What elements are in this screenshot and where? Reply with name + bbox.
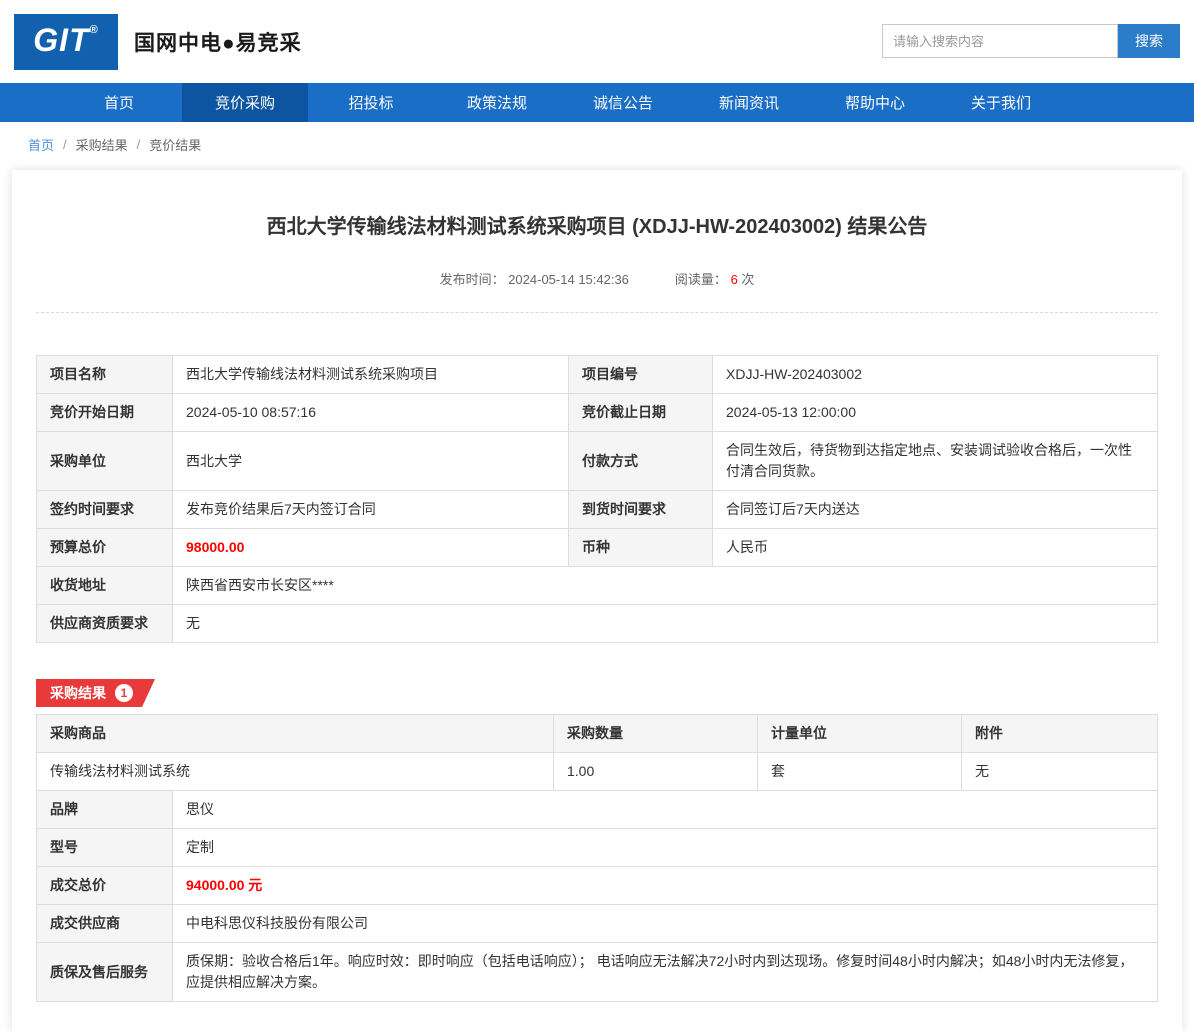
deal-price-amount: 94000.00 [186, 877, 245, 893]
qualification-label: 供应商资质要求 [36, 604, 173, 643]
project-code-value: XDJJ-HW-202403002 [712, 355, 1158, 394]
search-input[interactable] [882, 24, 1118, 58]
address-label: 收货地址 [36, 566, 173, 605]
table-row: 收货地址 陕西省西安市长安区**** [36, 566, 1158, 605]
purchase-result-badge-label: 采购结果 [50, 685, 106, 701]
table-row: 型号 定制 [36, 828, 1158, 867]
delivery-time-label: 到货时间要求 [568, 490, 713, 529]
project-name-value: 西北大学传输线法材料测试系统采购项目 [172, 355, 569, 394]
table-row: 成交供应商 中电科思仪科技股份有限公司 [36, 904, 1158, 943]
git-logo-text: GIT [33, 21, 90, 58]
main-nav: 首页 竞价采购 招投标 政策法规 诚信公告 新闻资讯 帮助中心 关于我们 [0, 83, 1194, 122]
nav-item-tender[interactable]: 招投标 [308, 83, 434, 122]
deal-price-value: 94000.00 元 [172, 866, 1158, 905]
bid-end-label: 竞价截止日期 [568, 393, 713, 432]
table-row: 采购单位 西北大学 付款方式 合同生效后，待货物到达指定地点、安装调试验收合格后… [36, 431, 1158, 491]
payment-value: 合同生效后，待货物到达指定地点、安装调试验收合格后，一次性付清合同货款。 [712, 431, 1158, 491]
breadcrumb-home[interactable]: 首页 [28, 135, 54, 154]
brand-value: 思仪 [172, 790, 1158, 829]
nav-item-home[interactable]: 首页 [56, 83, 182, 122]
breadcrumb-separator: / [136, 137, 141, 152]
attachment-value: 无 [961, 752, 1158, 791]
nav-item-integrity[interactable]: 诚信公告 [560, 83, 686, 122]
budget-label: 预算总价 [36, 528, 173, 567]
nav-item-news[interactable]: 新闻资讯 [686, 83, 812, 122]
purchase-result-table: 采购商品 采购数量 计量单位 附件 传输线法材料测试系统 1.00 套 无 品牌… [36, 714, 1158, 1002]
table-row: 传输线法材料测试系统 1.00 套 无 [36, 752, 1158, 791]
deal-price-label: 成交总价 [36, 866, 173, 905]
project-name-label: 项目名称 [36, 355, 173, 394]
result-badge-wrap: 采购结果 1 [36, 679, 1158, 707]
table-header-row: 采购商品 采购数量 计量单位 附件 [36, 714, 1158, 753]
deal-price-unit: 元 [248, 877, 263, 893]
announcement-meta: 发布时间： 2024-05-14 15:42:36 阅读量： 6 次 [36, 269, 1158, 313]
nav-item-policy[interactable]: 政策法规 [434, 83, 560, 122]
col-attachment: 附件 [961, 714, 1158, 753]
model-value: 定制 [172, 828, 1158, 867]
table-row: 质保及售后服务 质保期：验收合格后1年。响应时效：即时响应（包括电话响应）； 电… [36, 942, 1158, 1002]
quantity-value: 1.00 [553, 752, 758, 791]
view-count-unit: 次 [741, 272, 755, 287]
nav-item-help[interactable]: 帮助中心 [812, 83, 938, 122]
table-row: 签约时间要求 发布竞价结果后7天内签订合同 到货时间要求 合同签订后7天内送达 [36, 490, 1158, 529]
service-label: 质保及售后服务 [36, 942, 173, 1002]
view-count: 阅读量： 6 次 [675, 269, 755, 288]
search-button[interactable]: 搜索 [1118, 24, 1180, 58]
view-count-value: 6 [730, 272, 738, 287]
publish-time: 发布时间： 2024-05-14 15:42:36 [440, 269, 629, 288]
currency-label: 币种 [568, 528, 713, 567]
col-quantity: 采购数量 [553, 714, 758, 753]
model-label: 型号 [36, 828, 173, 867]
buyer-value: 西北大学 [172, 431, 569, 491]
search-bar: 搜索 [882, 24, 1180, 58]
supplier-label: 成交供应商 [36, 904, 173, 943]
view-count-label: 阅读量： [674, 272, 727, 287]
col-product: 采购商品 [36, 714, 554, 753]
table-row: 成交总价 94000.00 元 [36, 866, 1158, 905]
buyer-label: 采购单位 [36, 431, 173, 491]
table-row: 项目名称 西北大学传输线法材料测试系统采购项目 项目编号 XDJJ-HW-202… [36, 355, 1158, 394]
delivery-time-value: 合同签订后7天内送达 [712, 490, 1158, 529]
breadcrumb-separator: / [63, 137, 67, 152]
breadcrumb-bidding-results: 竞价结果 [149, 138, 202, 153]
project-code-label: 项目编号 [568, 355, 713, 394]
purchase-result-badge: 采购结果 1 [36, 679, 155, 707]
col-unit: 计量单位 [757, 714, 962, 753]
sign-time-label: 签约时间要求 [36, 490, 173, 529]
table-row: 竞价开始日期 2024-05-10 08:57:16 竞价截止日期 2024-0… [36, 393, 1158, 432]
table-row: 供应商资质要求 无 [36, 604, 1158, 643]
qualification-value: 无 [172, 604, 1158, 643]
site-title: 国网中电●易竞采 [134, 31, 302, 55]
service-value: 质保期：验收合格后1年。响应时效：即时响应（包括电话响应）； 电话响应无法解决7… [172, 942, 1158, 1002]
publish-time-label: 发布时间： [439, 272, 505, 287]
budget-value: 98000.00 [172, 528, 569, 567]
publish-time-value: 2024-05-14 15:42:36 [508, 272, 629, 287]
budget-amount: 98000.00 [186, 539, 245, 555]
registered-mark: ® [89, 23, 99, 36]
breadcrumb: 首页 / 采购结果 / 竞价结果 [0, 122, 1194, 164]
bid-start-value: 2024-05-10 08:57:16 [172, 393, 569, 432]
table-row: 品牌 思仪 [36, 790, 1158, 829]
top-header: GIT® 国网中电●易竞采 搜索 [0, 0, 1194, 83]
table-row: 预算总价 98000.00 币种 人民币 [36, 528, 1158, 567]
page-title: 西北大学传输线法材料测试系统采购项目 (XDJJ-HW-202403002) 结… [266, 216, 928, 238]
project-info-table: 项目名称 西北大学传输线法材料测试系统采购项目 项目编号 XDJJ-HW-202… [36, 355, 1158, 643]
announcement-card: 西北大学传输线法材料测试系统采购项目 (XDJJ-HW-202403002) 结… [12, 170, 1182, 1032]
result-index-badge: 1 [115, 684, 133, 702]
unit-value: 套 [757, 752, 962, 791]
sign-time-value: 发布竞价结果后7天内签订合同 [172, 490, 569, 529]
bid-start-label: 竞价开始日期 [36, 393, 173, 432]
currency-value: 人民币 [712, 528, 1158, 567]
git-logo: GIT ® [14, 13, 118, 70]
nav-item-about[interactable]: 关于我们 [938, 83, 1064, 122]
address-value: 陕西省西安市长安区**** [172, 566, 1158, 605]
brand-label: 品牌 [36, 790, 173, 829]
breadcrumb-purchase-results[interactable]: 采购结果 [76, 135, 128, 154]
payment-label: 付款方式 [568, 431, 713, 491]
nav-item-bidding-purchase[interactable]: 竞价采购 [182, 83, 308, 122]
bid-end-value: 2024-05-13 12:00:00 [712, 393, 1158, 432]
supplier-value: 中电科思仪科技股份有限公司 [172, 904, 1158, 943]
product-value: 传输线法材料测试系统 [36, 752, 554, 791]
